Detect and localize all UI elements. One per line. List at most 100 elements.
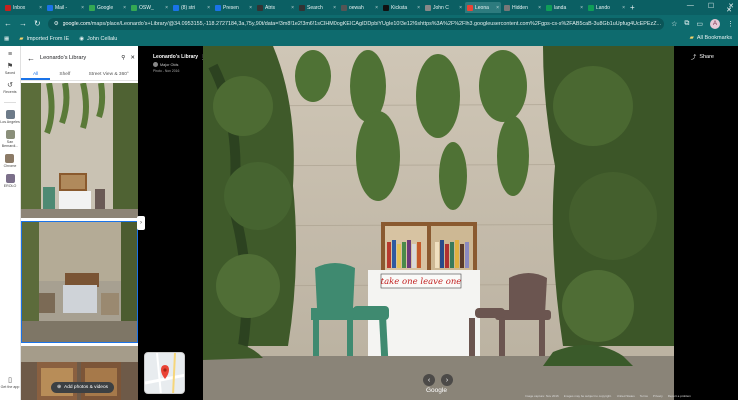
tab-close-icon[interactable]: × xyxy=(538,5,541,11)
extensions-icon[interactable]: ⧉ xyxy=(684,20,689,28)
tab-close-icon[interactable]: × xyxy=(249,5,252,11)
apps-grid-icon[interactable]: ▦ xyxy=(4,36,9,42)
rail-recents[interactable]: ↺ Recents xyxy=(3,81,16,95)
tab-close-icon[interactable]: × xyxy=(165,5,168,11)
browser-tab[interactable]: Presen × xyxy=(213,2,254,13)
footer-copyright: Images may be subject to copyright. xyxy=(563,394,612,398)
close-icon[interactable]: ✕ xyxy=(130,55,135,61)
previous-photo-button[interactable]: ‹ xyxy=(423,374,435,386)
tab-close-icon[interactable]: × xyxy=(123,5,126,11)
bookmark-john[interactable]: ◉ John Cellalu xyxy=(79,36,117,42)
url-domain: google.com xyxy=(62,20,91,27)
place-label: Los Angeles xyxy=(0,120,20,124)
rail-saved-label: Saved xyxy=(4,71,16,75)
browser-tab[interactable]: Inbox × xyxy=(3,2,44,13)
rail-place-erolo[interactable]: EROLO xyxy=(3,174,17,188)
share-button[interactable]: ⤴ Share xyxy=(691,53,714,61)
browser-tab[interactable]: Google × xyxy=(87,2,128,13)
browser-tab[interactable]: oewah × xyxy=(339,2,380,13)
search-bar[interactable]: ← Leonardo's Library ⚲ ✕ xyxy=(27,51,135,65)
photo-author[interactable]: Major Olds xyxy=(153,62,198,67)
tab-close-icon[interactable]: × xyxy=(39,5,42,11)
tab-favicon-icon xyxy=(299,4,305,11)
browser-tab[interactable]: landa × xyxy=(544,2,585,13)
minimap[interactable] xyxy=(144,352,185,394)
tab-close-icon[interactable]: × xyxy=(622,5,625,11)
search-icon[interactable]: ⚲ xyxy=(121,55,125,61)
tab-close-icon[interactable]: × xyxy=(580,5,583,11)
back-icon[interactable]: ← xyxy=(4,19,12,28)
bookmark-imported[interactable]: ▰ Imported From IE xyxy=(19,36,69,42)
tab-all[interactable]: All xyxy=(21,70,51,80)
menu-icon[interactable]: ⋮ xyxy=(727,20,734,28)
tab-title: Google xyxy=(97,4,114,11)
all-bookmarks[interactable]: ▰ All Bookmarks xyxy=(690,35,732,41)
browser-tab[interactable]: Mail - × xyxy=(45,2,86,13)
browser-tab[interactable]: Hidden × xyxy=(502,2,543,13)
bookmark-star-icon[interactable]: ☆ xyxy=(671,20,677,28)
footer-privacy[interactable]: Privacy xyxy=(653,394,663,398)
main-photo[interactable]: take one leave one xyxy=(203,46,674,400)
sidebar-icon[interactable]: ▭ xyxy=(696,20,703,28)
rail-place-chrome[interactable]: Chrome xyxy=(4,154,16,168)
reload-icon[interactable]: ↻ xyxy=(34,19,41,28)
browser-tab[interactable]: John C × xyxy=(423,2,464,13)
bookmark-label: John Cellalu xyxy=(87,36,118,42)
url-path: /maps/place/Leonardo's+Library/@34.09531… xyxy=(90,20,661,27)
forward-icon[interactable]: → xyxy=(19,19,27,28)
browser-tab[interactable]: Leona × xyxy=(465,2,501,13)
footer-terms[interactable]: Terms xyxy=(640,394,648,398)
new-tab-button[interactable]: + xyxy=(630,3,635,12)
tab-close-icon[interactable]: × xyxy=(496,5,499,11)
globe-icon: ◉ xyxy=(79,36,85,42)
url-field[interactable]: ⚙ google.com/maps/place/Leonardo's+Libra… xyxy=(47,17,665,30)
footer-report[interactable]: Report a problem xyxy=(668,394,691,398)
browser-tab[interactable]: OSW_ × xyxy=(129,2,170,13)
tab-close-icon[interactable]: × xyxy=(375,5,378,11)
footer-country[interactable]: United States xyxy=(617,394,635,398)
maximize-icon[interactable]: ☐ xyxy=(708,2,714,10)
tab-shelf[interactable]: Shelf xyxy=(50,70,79,80)
browser-tab[interactable]: Lando × xyxy=(586,2,627,13)
minimize-icon[interactable]: — xyxy=(687,2,694,10)
browser-tab[interactable]: (8) stri × xyxy=(171,2,212,13)
author-avatar xyxy=(153,62,158,67)
photo-category-tabs: All Shelf Street View & 360° xyxy=(21,70,138,81)
profile-avatar[interactable]: A xyxy=(710,18,720,29)
photo-thumbnail[interactable] xyxy=(21,83,138,218)
rail-saved[interactable]: ⚑ Saved xyxy=(4,62,16,76)
photo-thumbnail-selected[interactable] xyxy=(21,221,138,343)
site-info-icon[interactable]: ⚙ xyxy=(54,21,59,27)
browser-tab[interactable]: Search × xyxy=(297,2,338,13)
tab-title: Atris xyxy=(265,4,275,11)
tab-close-icon[interactable]: × xyxy=(81,5,84,11)
tab-close-icon[interactable]: × xyxy=(207,5,210,11)
next-photo-button[interactable]: › xyxy=(441,374,453,386)
rail-get-app[interactable]: ▯ Get the app xyxy=(1,376,20,390)
search-input[interactable]: Leonardo's Library xyxy=(40,55,116,61)
back-arrow-icon[interactable]: ← xyxy=(27,54,35,63)
browser-tab[interactable]: Kicksta × xyxy=(381,2,422,13)
tab-favicon-icon xyxy=(215,4,221,11)
place-label: EROLO xyxy=(3,184,17,188)
tab-favicon-icon xyxy=(504,4,510,11)
tab-close-icon[interactable]: × xyxy=(333,5,336,11)
tab-favicon-icon xyxy=(425,4,431,11)
collapse-panel-button[interactable]: › xyxy=(137,216,145,230)
rail-place-la[interactable]: Los Angeles xyxy=(0,110,20,124)
tab-title: Lando xyxy=(596,4,610,11)
tab-close-icon[interactable]: × xyxy=(417,5,420,11)
tab-favicon-icon xyxy=(467,4,473,11)
tab-close-icon[interactable]: × xyxy=(291,5,294,11)
tab-title: OSW_ xyxy=(139,4,154,11)
add-photos-button[interactable]: ⊕ Add photos & videos xyxy=(51,382,115,393)
place-thumbnail xyxy=(5,110,15,119)
place-label: San Bernardi... xyxy=(1,140,19,148)
rail-place-sb[interactable]: San Bernardi... xyxy=(0,130,20,148)
hamburger-menu-icon[interactable]: ≡ xyxy=(6,50,15,59)
tab-street-view[interactable]: Street View & 360° xyxy=(80,70,139,80)
browser-tab[interactable]: Atris × xyxy=(255,2,296,13)
tab-close-icon[interactable]: × xyxy=(459,5,462,11)
place-title[interactable]: Leonardo's Library xyxy=(153,54,198,60)
close-viewer-icon[interactable]: ✕ xyxy=(726,6,732,14)
